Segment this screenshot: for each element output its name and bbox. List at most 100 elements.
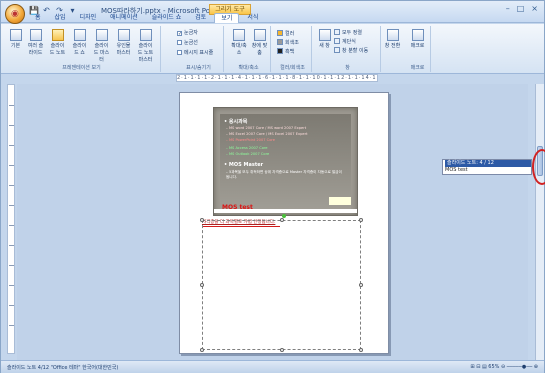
group-switch: 창 전환 [383,26,403,72]
highlight-circle [532,149,545,185]
handout-master-button[interactable]: 유인물 마스터 [115,29,132,56]
office-button[interactable]: ◉ [5,4,25,24]
resize-handle[interactable] [359,348,363,352]
slide-master-heading: • MOS Master [224,162,264,168]
tab-design[interactable]: 디자인 [74,13,103,23]
color-swatch-icon [277,30,283,36]
slide-master-text: – 5과목을 모두 취득하면 상위 자격증으로 Master 자격증이 자동으로… [226,170,342,179]
group-zoom: 확대/축소 창에 맞춤 확대/축소 [227,26,271,72]
slide-line: – MS Access 2007 Core [226,146,268,150]
tab-review[interactable]: 검토 [189,13,212,23]
ribbon-tabs: 홈 삽입 디자인 애니메이션 슬라이드 쇼 검토 보기 서식 [29,13,264,23]
notes-master-button[interactable]: 슬라이드 노트 마스터 [137,29,154,63]
notes-page-icon [51,29,64,41]
status-right-zoom[interactable]: ⊞ ⊟ ▤ 65% ⊖ ─────●── ⊕ [470,364,538,370]
slide-sorter-button[interactable]: 여러 슬라이드 [27,29,44,56]
tooltip-page: 슬라이드 노트: 4 / 12 [445,160,531,167]
resize-handle[interactable] [200,348,204,352]
black-white-swatch-icon [277,48,283,54]
macro-button[interactable]: 매크로 [409,29,426,49]
group-macro: 매크로 매크로 [405,26,431,72]
slide-line: – MS Excel 2007 Core / MS Excel 2007 Exp… [226,132,308,136]
tab-insert[interactable]: 삽입 [49,13,72,23]
vertical-scrollbar[interactable] [535,84,544,360]
color-button[interactable]: 컬러 [277,30,294,37]
slide-master-button[interactable]: 슬라이드 마스터 [93,29,110,63]
zoom-button[interactable]: 확대/축소 [229,29,249,56]
vertical-ruler [7,84,15,354]
handout-master-icon [117,29,130,41]
switch-window-icon [386,29,399,41]
resize-handle[interactable] [200,218,204,222]
maximize-button[interactable]: □ [517,4,525,13]
tab-home[interactable]: 홈 [29,13,47,23]
checkmark-icon: ✓ [177,31,183,37]
notes-page-workspace: • 응시과목 – MS word 2007 Core / MS word 200… [17,84,528,360]
fit-window-button[interactable]: 창에 맞춤 [250,29,269,56]
slide-master-icon [95,29,108,41]
group-label: 창 [345,65,350,71]
slide-line: – MS word 2007 Core / MS word 2007 Exper… [226,126,307,130]
close-button[interactable]: × [531,4,538,13]
status-bar: 슬라이드 노트 4/12 "Office 테마" 한국어(대한민국) ⊞ ⊟ ▤… [1,360,544,373]
ruler-checkbox[interactable]: ✓ 눈금자 [177,29,198,37]
ribbon: 기본 여러 슬라이드 슬라이드 노트 슬라이드 쇼 슬라이드 마스터 유인물 마… [1,24,544,74]
cascade-button[interactable]: 계단식 [334,38,356,45]
notes-placeholder[interactable] [202,220,361,350]
slideshow-button[interactable]: 슬라이드 쇼 [71,29,88,56]
minimize-button[interactable]: – [506,4,510,13]
scroll-tooltip: 슬라이드 노트: 4 / 12 MOS test [442,159,532,175]
arrange-icon [334,29,340,35]
powerpoint-window: ◉ 💾 ↶ ↷ ▾ MOS따라하기.pptx - Microsoft Power… [0,0,545,373]
title-bar: ◉ 💾 ↶ ↷ ▾ MOS따라하기.pptx - Microsoft Power… [1,1,544,24]
arrange-all-button[interactable]: 모두 정렬 [334,29,362,36]
tab-animations[interactable]: 애니메이션 [104,13,144,23]
group-label: 확대/축소 [238,65,259,71]
grayscale-button[interactable]: 회색조 [277,39,299,46]
message-bar-checkbox[interactable]: 메시지 표시줄 [177,49,213,56]
tooltip-title: MOS test [445,167,468,173]
tab-format[interactable]: 서식 [241,13,264,23]
slideshow-icon [73,29,86,41]
gridlines-checkbox[interactable]: 눈금선 [177,39,198,46]
tab-slideshow[interactable]: 슬라이드 쇼 [146,13,188,23]
group-presentation-views: 기본 여러 슬라이드 슬라이드 노트 슬라이드 쇼 슬라이드 마스터 유인물 마… [3,26,161,72]
group-show-hide: ✓ 눈금자 눈금선 메시지 표시줄 표시/숨기기 [174,26,224,72]
new-window-icon [318,29,331,41]
group-color: 컬러 회색조 흑백 컬러/회색조 [274,26,312,72]
group-label: 프레젠테이션 보기 [62,65,101,71]
resize-handle[interactable] [280,218,284,222]
notes-page-button[interactable]: 슬라이드 노트 [49,29,66,56]
notes-page: • 응시과목 – MS word 2007 Core / MS word 200… [179,92,389,354]
slide-line: – MS PowerPoint 2007 Core [226,138,275,142]
switch-window-button[interactable]: 창 전환 [384,29,401,49]
slide-thumbnail[interactable]: • 응시과목 – MS word 2007 Core / MS word 200… [213,107,358,216]
cascade-icon [334,38,340,44]
slide-sorter-icon [29,29,42,41]
slide-line: – MS Outlook 2007 Core [226,152,270,156]
fit-window-icon [253,29,266,41]
status-left: 슬라이드 노트 4/12 "Office 테마" 한국어(대한민국) [7,365,119,371]
new-window-button[interactable]: 새 창 [316,29,333,49]
macro-icon [411,29,424,41]
group-label: 표시/숨기기 [186,65,211,71]
resize-handle[interactable] [200,283,204,287]
tab-view[interactable]: 보기 [214,13,240,23]
black-white-button[interactable]: 흑백 [277,48,294,55]
normal-view-button[interactable]: 기본 [7,29,24,49]
resize-handle[interactable] [359,218,363,222]
resize-handle[interactable] [359,283,363,287]
group-window: 새 창 모두 정렬 계단식 창 분할 이동 창 [315,26,381,72]
slide-heading: • 응시과목 [224,119,248,125]
slide-footer: MOS test [222,204,253,211]
grayscale-swatch-icon [277,39,283,45]
office-logo-icon: ◉ [11,9,19,19]
slide-logo [329,197,351,205]
split-icon [334,47,340,53]
notes-master-icon [139,29,152,41]
move-split-button[interactable]: 창 분할 이동 [334,47,368,54]
normal-view-icon [9,29,22,41]
horizontal-ruler: 2·1·1·1·1·2·1·1·1·4·1·1·1·6·1·1·1·8·1·1·… [176,74,378,82]
resize-handle[interactable] [280,348,284,352]
group-label: 매크로 [410,65,425,71]
